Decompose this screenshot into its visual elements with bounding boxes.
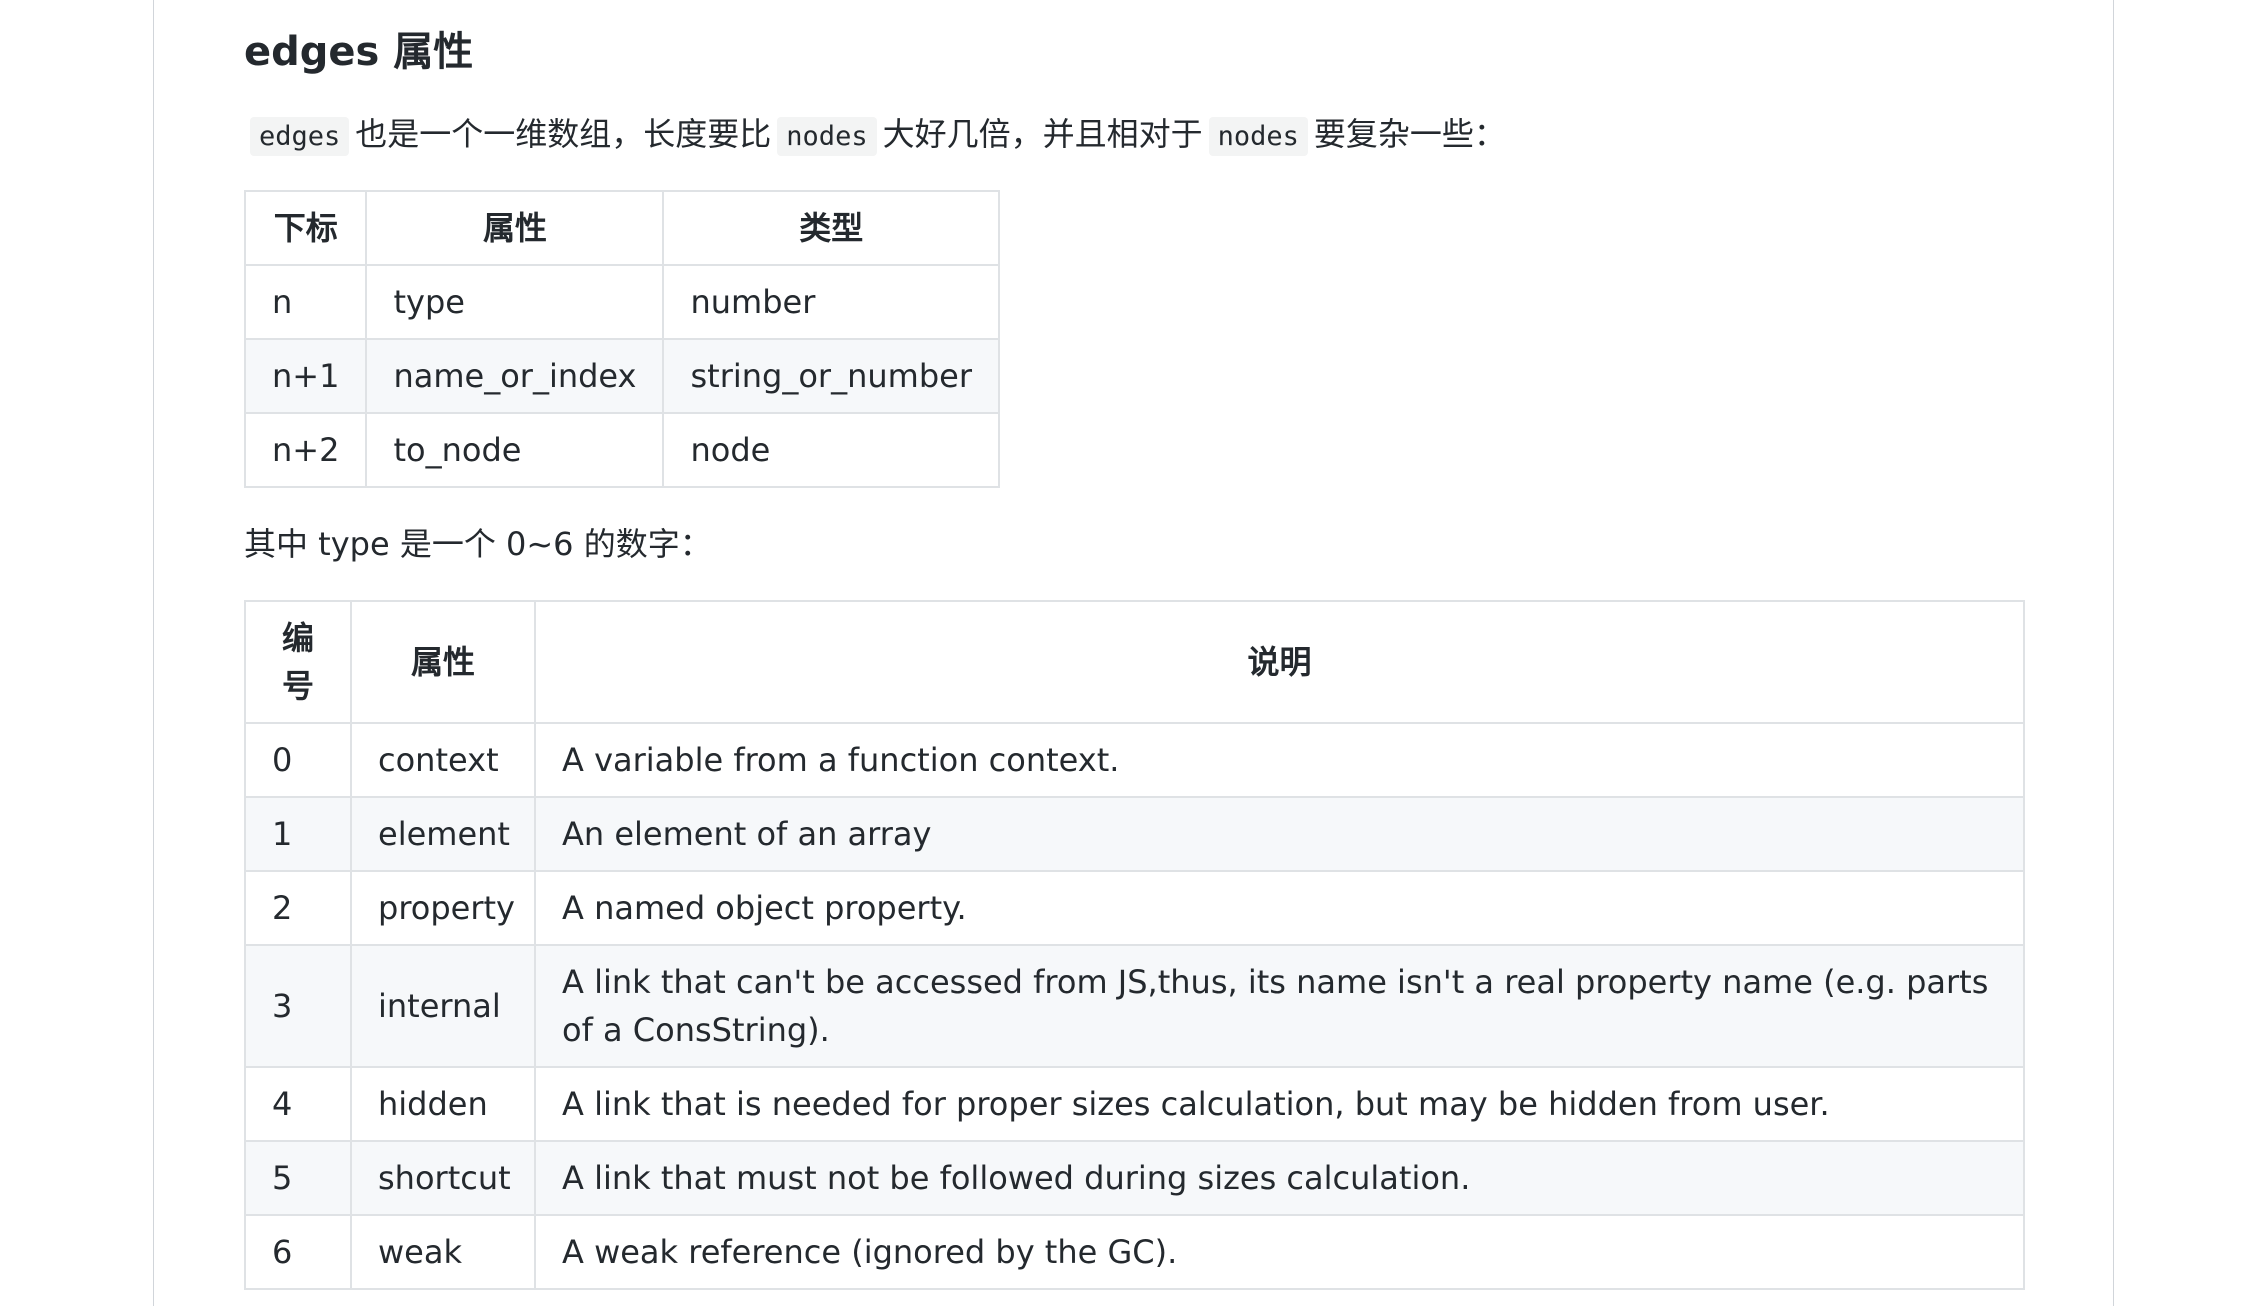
intro-text-3: 要复杂一些： (1313, 115, 1506, 153)
edge-fields-table: 下标 属性 类型 n type number n+1 name_or_index… (243, 190, 1000, 488)
cell-attribute: name_or_index (365, 338, 665, 414)
cell-index: n (243, 264, 368, 340)
cell-index: n+1 (243, 338, 368, 414)
column-header-index: 下标 (243, 190, 368, 266)
table-row: 2 property A named object property. (244, 870, 2025, 946)
cell-description: A link that is needed for proper sizes c… (534, 1066, 2025, 1142)
section-heading: edges 属性 (244, 29, 474, 75)
intro-paragraph: edges 也是一个一维数组，长度要比 nodes 大好几倍，并且相对于 nodes 要复… (244, 110, 1506, 161)
cell-number: 5 (244, 1140, 352, 1216)
intro-text-2: 大好几倍，并且相对于 (882, 115, 1203, 153)
cell-number: 4 (244, 1066, 352, 1142)
cell-type: number (662, 264, 1000, 340)
cell-description: A variable from a function context. (534, 722, 2025, 798)
cell-description: An element of an array (534, 796, 2025, 872)
table-row: n+2 to_node node (243, 412, 1000, 488)
cell-description: A link that can't be accessed from JS,th… (534, 944, 2025, 1068)
table-row: 6 weak A weak reference (ignored by the … (244, 1214, 2025, 1290)
cell-number: 1 (244, 796, 352, 872)
cell-attribute: to_node (365, 412, 665, 488)
inline-code-edges: edges (250, 117, 350, 156)
cell-attribute: context (350, 722, 536, 798)
cell-description: A named object property. (534, 870, 2025, 946)
table-row: 1 element An element of an array (244, 796, 2025, 872)
table-row: n type number (243, 264, 1000, 340)
cell-type: string_or_number (662, 338, 1000, 414)
column-header-description: 说明 (534, 600, 2025, 724)
cell-number: 0 (244, 722, 352, 798)
cell-description: A link that must not be followed during … (534, 1140, 2025, 1216)
edge-types-table: 编号 属性 说明 0 context A variable from a fun… (244, 600, 2025, 1290)
markdown-page: edges 属性 edges 也是一个一维数组，长度要比 nodes 大好几倍，并且相… (153, 0, 2114, 1306)
cell-attribute: internal (350, 944, 536, 1068)
cell-type: node (662, 412, 1000, 488)
cell-attribute: shortcut (350, 1140, 536, 1216)
cell-attribute: element (350, 796, 536, 872)
table-row: n+1 name_or_index string_or_number (243, 338, 1000, 414)
table-row: 5 shortcut A link that must not be follo… (244, 1140, 2025, 1216)
cell-number: 6 (244, 1214, 352, 1290)
cell-attribute: weak (350, 1214, 536, 1290)
cell-attribute: type (365, 264, 665, 340)
table-row: 0 context A variable from a function con… (244, 722, 2025, 798)
column-header-number: 编号 (244, 600, 352, 724)
column-header-attribute: 属性 (350, 600, 536, 724)
cell-number: 2 (244, 870, 352, 946)
inline-code-nodes: nodes (777, 117, 877, 156)
cell-index: n+2 (243, 412, 368, 488)
cell-attribute: property (350, 870, 536, 946)
inline-code-nodes-2: nodes (1208, 117, 1308, 156)
cell-attribute: hidden (350, 1066, 536, 1142)
table-header-row: 下标 属性 类型 (243, 190, 1000, 266)
table-header-row: 编号 属性 说明 (244, 600, 2025, 724)
intro-text-1: 也是一个一维数组，长度要比 (355, 115, 772, 153)
cell-number: 3 (244, 944, 352, 1068)
cell-description: A weak reference (ignored by the GC). (534, 1214, 2025, 1290)
column-header-type: 类型 (662, 190, 1000, 266)
table-row: 4 hidden A link that is needed for prope… (244, 1066, 2025, 1142)
table-row: 3 internal A link that can't be accessed… (244, 944, 2025, 1068)
column-header-attribute: 属性 (365, 190, 665, 266)
type-note: 其中 type 是一个 0~6 的数字： (244, 525, 712, 563)
